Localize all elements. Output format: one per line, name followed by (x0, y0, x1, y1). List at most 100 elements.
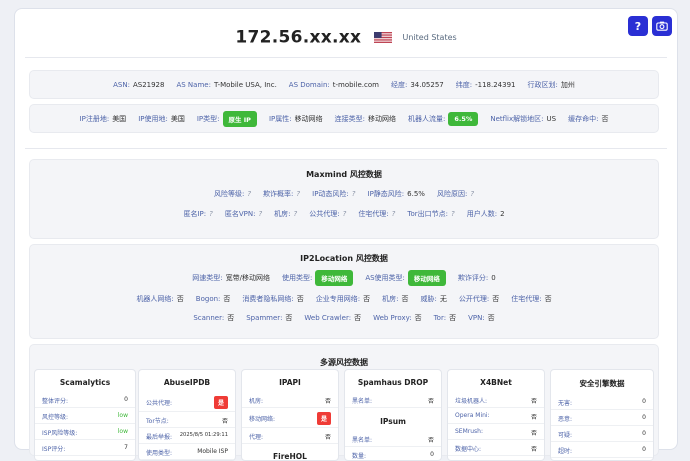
ip-type-item: IP类型: 原生 IP (197, 110, 257, 127)
ip-info-box: IP注册地: 美国 IP使用地: 美国 IP类型: 原生 IP IP属性: 移动网络 连… (29, 104, 659, 133)
ipapi-title: IPAPI (279, 378, 301, 387)
ip-attr-item: IP属性: 移动网络 (268, 114, 323, 123)
ip2l-speed-type: 网速类型: 宽带/移动网络 (192, 274, 270, 282)
mobile-network-badge: 是 (317, 412, 331, 425)
country-name: United States (402, 33, 457, 42)
list-item: SEMrush: 否 (448, 424, 544, 440)
ip-header: 172.56.xx.xx United States (15, 27, 677, 48)
latitude-item: 纬度: -118.24391 (455, 80, 516, 89)
ip-registry-item: IP注册地: 美国 (79, 114, 127, 123)
list-item: 最后举报: 2025/8/5 01:29:11 (139, 428, 235, 444)
ip2l-web-crawler: Web Crawler: 否 (304, 314, 362, 322)
ip2l-enterprise-private: 企业专用网络: 否 (315, 295, 371, 303)
list-item: 可疑: 0 (551, 426, 653, 442)
list-item: 移动网络: 是 (242, 408, 338, 428)
as-domain-item: AS Domain: t-mobile.com (288, 80, 379, 89)
abuseipdb-card: AbuseIPDB 公共代理: 是 Tor节点: 否 最后举报: 2025/8/5 0… (138, 369, 236, 461)
list-item: ISP风险等级: low (35, 424, 135, 440)
ip2l-residential-proxy: 住宅代理: 否 (511, 295, 552, 303)
scamalytics-card: Scamalytics 整体评分: 0 风控等级: low ISP风险等级: low … (34, 369, 136, 461)
asn-item: ASN: AS21928 (113, 80, 165, 89)
list-item: 垃圾机器人: 否 (448, 392, 544, 408)
bot-traffic-badge: 6.5% (448, 111, 479, 126)
security-engine-title: 安全引擎数据 (579, 379, 625, 388)
ip2l-usage-type: 使用类型: 移动网络 (282, 270, 354, 286)
ip2l-vpn: VPN: 否 (468, 314, 495, 322)
ipapi-card: IPAPI 机房: 否 移动网络: 是 代理: 否 FireHOL (241, 369, 339, 461)
abuseipdb-title: AbuseIPDB (163, 378, 211, 387)
maxmind-datacenter: 机房:? (274, 210, 298, 218)
list-item: 黑名单: 否 (345, 392, 441, 408)
ip2l-bogon: Bogon: 否 (195, 295, 231, 303)
spamhaus-title: Spamhaus DROP (357, 378, 429, 387)
maxmind-anon-ip: 匿名IP:? (183, 210, 213, 218)
ip2location-section: IP2Location 风控数据 网速类型: 宽带/移动网络 使用类型: 移动网络 … (29, 244, 659, 339)
list-item: 无害: 0 (551, 394, 653, 410)
ip2l-tor: Tor: 否 (433, 314, 457, 322)
ip-type-badge: 原生 IP (222, 110, 257, 127)
ip2l-fraud-score: 欺诈评分: 0 (457, 274, 496, 282)
ip2l-datacenter: 机房: 否 (382, 295, 409, 303)
ip2l-scanner: Scanner: 否 (193, 314, 235, 322)
result-card: ? 172.56.xx.xx United States ASN: AS21928… (14, 8, 678, 461)
public-proxy-badge: 是 (214, 396, 228, 409)
list-item: 恶意: 0 (551, 410, 653, 426)
list-item: ISP评分: 7 (35, 440, 135, 456)
maxmind-section: Maxmind 风控数据 风险等级:? 欺诈概率:? IP动态风险:? IP静态… (29, 159, 659, 239)
ipsum-title: IPsum (380, 417, 406, 426)
ip2l-threat: 威胁: 无 (420, 295, 447, 303)
ip2l-as-usage-type: AS使用类型: 移动网络 (365, 270, 446, 286)
list-item: 数量: 0 (345, 447, 441, 460)
asn-box: ASN: AS21928 AS Name: T-Mobile USA, Inc. A… (29, 70, 659, 99)
ip2l-spammer: Spammer: 否 (246, 314, 293, 322)
ip-usage-item: IP使用地: 美国 (138, 114, 185, 123)
maxmind-risk-reason: 风险原因:? (436, 190, 475, 198)
maxmind-public-proxy: 公共代理:? (309, 210, 347, 218)
maxmind-title: Maxmind 风控数据 (306, 170, 382, 179)
list-item: 机房: 否 (242, 392, 338, 408)
maxmind-anon-vpn: 匿名VPN:? (224, 210, 263, 218)
x4bnet-title: X4BNet (480, 378, 512, 387)
divider (25, 148, 667, 149)
as-name-item: AS Name: T-Mobile USA, Inc. (176, 80, 277, 89)
maxmind-residential-proxy: 住宅代理:? (358, 210, 396, 218)
x4bnet-card: X4BNet 垃圾机器人: 否 Opera Mini: 否 SEMrush: 否 数据… (447, 369, 545, 461)
list-item: Opera Mini: 否 (448, 408, 544, 424)
netflix-region-item: Netflix解锁地区: US (490, 114, 557, 123)
cache-hit-item: 缓存命中: 否 (568, 114, 609, 123)
ip-address: 172.56.xx.xx (235, 27, 362, 48)
longitude-item: 经度: 34.05257 (390, 80, 444, 89)
list-item: 使用类型: Mobile ISP (139, 444, 235, 460)
us-flag-icon (374, 32, 393, 43)
ip2l-public-proxy: 公开代理: 否 (458, 295, 500, 303)
list-item: 超时: 0 (551, 442, 653, 458)
bot-traffic-item: 机器人流量: 6.5% (408, 111, 479, 126)
ip2location-title: IP2Location 风控数据 (300, 254, 388, 263)
connection-type-item: 连接类型: 移动网络 (334, 114, 396, 123)
ip2l-usage-badge: 移动网络 (315, 270, 354, 286)
list-item: 整体评分: 0 (35, 392, 135, 408)
list-item: 黑名单: 否 (345, 431, 441, 447)
security-engine-card: 安全引擎数据 无害: 0 恶意: 0 可疑: 0 超时: 0 (550, 369, 654, 461)
multi-source-title: 多源风控数据 (320, 358, 368, 367)
list-item: Tor节点: 否 (139, 412, 235, 428)
list-item: 风控等级: low (35, 408, 135, 424)
maxmind-user-count: 用户人数: 2 (466, 210, 505, 218)
firehol-title: FireHOL (273, 452, 307, 461)
ip2l-as-usage-badge: 移动网络 (407, 270, 446, 286)
ip2l-consumer-privacy: 消费者隐私网络: 否 (242, 295, 304, 303)
ip2l-web-proxy: Web Proxy: 否 (373, 314, 422, 322)
spamhaus-card: Spamhaus DROP 黑名单: 否 IPsum 黑名单: 否 数量: 0 (344, 369, 442, 461)
list-item: 公共代理: 是 (139, 392, 235, 412)
maxmind-risk-level: 风险等级:? (213, 190, 252, 198)
divider (25, 57, 667, 58)
list-item: 代理: 否 (242, 428, 338, 444)
maxmind-dynamic-risk: IP动态风险:? (312, 190, 356, 198)
scamalytics-title: Scamalytics (59, 378, 111, 387)
ip2l-botnet: 机器人网络: 否 (136, 295, 184, 303)
maxmind-tor-exit: Tor出口节点:? (407, 210, 455, 218)
maxmind-fraud-prob: 欺诈概率:? (263, 190, 301, 198)
maxmind-static-risk: IP静态风险: 6.5% (367, 190, 425, 198)
list-item: 数据中心: 否 (448, 440, 544, 456)
region-item: 行政区划: 加州 (527, 80, 575, 89)
